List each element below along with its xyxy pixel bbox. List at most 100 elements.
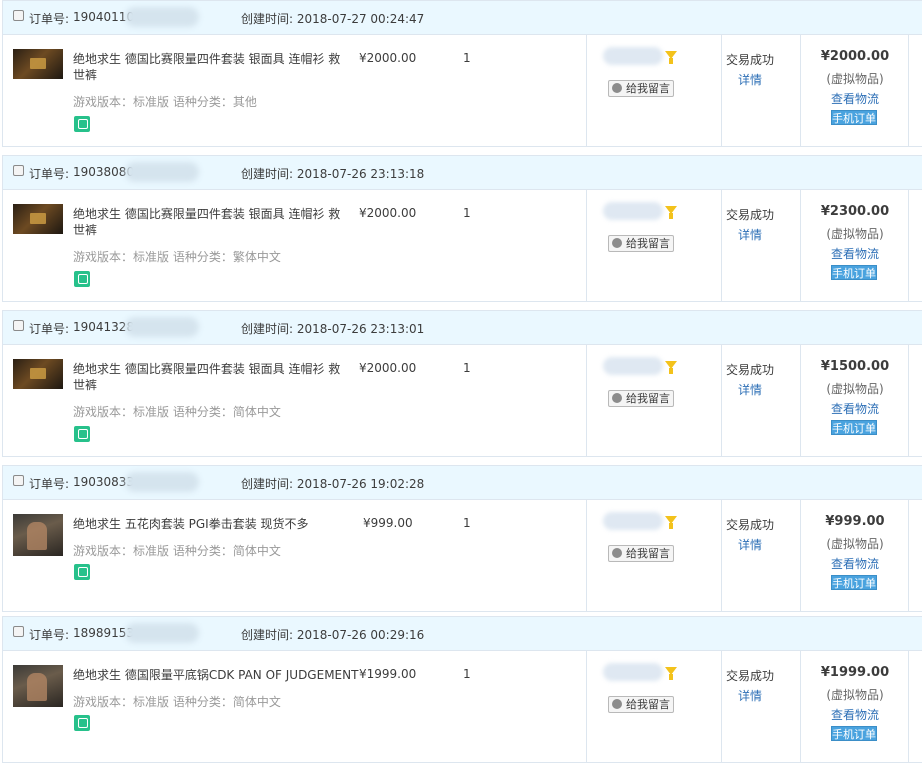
order-checkbox[interactable] [13,475,24,486]
redacted-buyer [603,357,663,375]
order-checkbox[interactable] [13,626,24,637]
product-meta: 游戏版本：标准版 语种分类：简体中文 [73,405,281,419]
order-body: 绝地求生 德国比赛限量四件套装 银面具 连帽衫 救世裤 游戏版本：标准版 语种分… [3,190,922,302]
virtual-item-label: (虚拟物品) [826,688,884,702]
mobile-order-badge[interactable]: 手机订单 [831,726,877,741]
order-body: 绝地求生 德国比赛限量四件套装 银面具 连帽衫 救世裤 游戏版本：标准版 语种分… [3,345,922,457]
total-price: ¥2000.00 [820,49,890,64]
virtual-item-label: (虚拟物品) [826,72,884,86]
trade-status: 交易成功 [725,518,774,532]
order-body: 绝地求生 五花肉套装 PGI拳击套装 现货不多 游戏版本：标准版 语种分类：简体… [3,500,922,612]
leave-message-button[interactable]: 给我留言 [608,235,674,252]
order-card: 订单号: 19038080 创建时间: 2018-07-26 23:13:18 … [2,155,922,302]
trade-status: 交易成功 [725,53,774,67]
product-name[interactable]: 绝地求生 五花肉套装 PGI拳击套装 现货不多 [73,516,345,532]
mobile-order-badge[interactable]: 手机订单 [831,110,877,125]
leave-message-button[interactable]: 给我留言 [608,390,674,407]
quantity: 1 [463,361,471,375]
order-body: 绝地求生 德国限量平底锅CDK PAN OF JUDGEMENT 游戏版本：标准… [3,651,922,763]
detail-link[interactable]: 详情 [723,226,777,243]
quantity: 1 [463,667,471,681]
product-name[interactable]: 绝地求生 德国比赛限量四件套装 银面具 连帽衫 救世裤 [73,361,345,393]
order-no-label: 订单号: [29,628,70,642]
redacted-order-suffix [125,317,199,337]
redacted-buyer [603,47,663,65]
quantity: 1 [463,51,471,65]
created-time: 创建时间: 2018-07-26 23:13:18 [241,167,425,181]
unit-price: ¥2000.00 [359,206,417,220]
order-body: 绝地求生 德国比赛限量四件套装 银面具 连帽衫 救世裤 游戏版本：标准版 语种分… [3,35,922,147]
leave-message-button[interactable]: 给我留言 [608,696,674,713]
created-time: 创建时间: 2018-07-26 00:29:16 [241,628,425,642]
product-thumbnail[interactable] [13,49,63,79]
created-time: 创建时间: 2018-07-26 23:13:01 [241,322,425,336]
leave-message-button[interactable]: 给我留言 [608,80,674,97]
order-header: 订单号: 19030833 创建时间: 2018-07-26 19:02:28 [3,466,922,500]
quantity: 1 [463,206,471,220]
redacted-buyer [603,663,663,681]
unit-price: ¥999.00 [363,516,413,530]
trade-status: 交易成功 [725,208,774,222]
total-price: ¥999.00 [825,514,885,529]
detail-link[interactable]: 详情 [723,687,777,704]
filter-icon[interactable] [665,667,677,680]
mobile-order-badge[interactable]: 手机订单 [831,575,877,590]
detail-link[interactable]: 详情 [723,536,777,553]
redacted-order-suffix [125,162,199,182]
product-thumbnail[interactable] [13,204,63,234]
product-meta: 游戏版本：标准版 语种分类：简体中文 [73,695,281,709]
redacted-order-suffix [125,7,199,27]
redacted-buyer [603,512,663,530]
total-price: ¥2300.00 [820,204,890,219]
product-thumbnail[interactable] [13,359,63,389]
unit-price: ¥1999.00 [359,667,417,681]
order-header: 订单号: 18989153 创建时间: 2018-07-26 00:29:16 [3,617,922,651]
product-thumbnail[interactable] [13,665,63,707]
redacted-buyer [603,202,663,220]
virtual-item-label: (虚拟物品) [826,382,884,396]
redacted-order-suffix [125,472,199,492]
mobile-order-badge[interactable]: 手机订单 [831,420,877,435]
order-header: 订单号: 19041328 创建时间: 2018-07-26 23:13:01 [3,311,922,345]
order-checkbox[interactable] [13,10,24,21]
detail-link[interactable]: 详情 [723,71,777,88]
order-list: 订单号: 19040110 创建时间: 2018-07-27 00:24:47 … [0,0,922,766]
trade-status: 交易成功 [725,363,774,377]
order-no-label: 订单号: [29,167,70,181]
order-no-label: 订单号: [29,477,70,491]
product-meta: 游戏版本：标准版 语种分类：繁体中文 [73,250,281,264]
filter-icon[interactable] [665,206,677,219]
view-logistics-link[interactable]: 查看物流 [803,706,907,723]
view-logistics-link[interactable]: 查看物流 [803,90,907,107]
product-thumbnail[interactable] [13,514,63,556]
order-no-label: 订单号: [29,12,70,26]
mobile-icon [74,116,90,132]
view-logistics-link[interactable]: 查看物流 [803,555,907,572]
total-price: ¥1500.00 [820,359,890,374]
filter-icon[interactable] [665,516,677,529]
leave-message-button[interactable]: 给我留言 [608,545,674,562]
product-name[interactable]: 绝地求生 德国比赛限量四件套装 银面具 连帽衫 救世裤 [73,51,345,83]
view-logistics-link[interactable]: 查看物流 [803,400,907,417]
order-checkbox[interactable] [13,320,24,331]
filter-icon[interactable] [665,51,677,64]
view-logistics-link[interactable]: 查看物流 [803,245,907,262]
mobile-order-badge[interactable]: 手机订单 [831,265,877,280]
product-name[interactable]: 绝地求生 德国比赛限量四件套装 银面具 连帽衫 救世裤 [73,206,345,238]
order-checkbox[interactable] [13,165,24,176]
unit-price: ¥2000.00 [359,51,417,65]
order-card: 订单号: 19030833 创建时间: 2018-07-26 19:02:28 … [2,465,922,612]
mobile-icon [74,715,90,731]
order-card: 订单号: 19040110 创建时间: 2018-07-27 00:24:47 … [2,0,922,147]
order-card: 订单号: 18989153 创建时间: 2018-07-26 00:29:16 … [2,616,922,763]
product-name[interactable]: 绝地求生 德国限量平底锅CDK PAN OF JUDGEMENT [73,667,363,683]
trade-status: 交易成功 [725,669,774,683]
detail-link[interactable]: 详情 [723,381,777,398]
quantity: 1 [463,516,471,530]
mobile-icon [74,271,90,287]
created-time: 创建时间: 2018-07-26 19:02:28 [241,477,425,491]
order-no-label: 订单号: [29,322,70,336]
mobile-icon [74,426,90,442]
order-card: 订单号: 19041328 创建时间: 2018-07-26 23:13:01 … [2,310,922,457]
filter-icon[interactable] [665,361,677,374]
